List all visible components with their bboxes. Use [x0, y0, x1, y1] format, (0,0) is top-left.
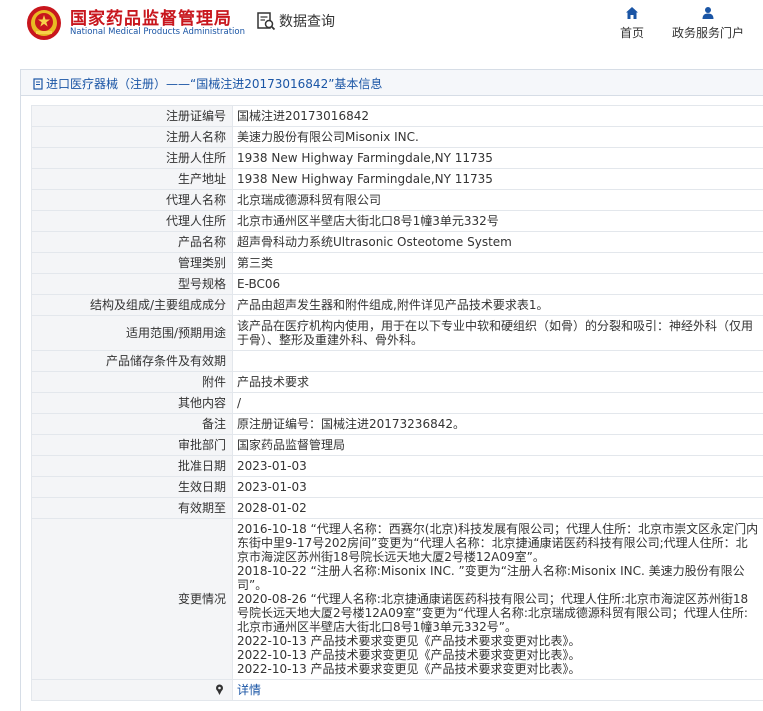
field-label: 注册人住所: [32, 148, 233, 169]
table-row: 详情: [32, 680, 763, 701]
structure-composition: 产品由超声发生器和附件组成,附件详见产品技术要求表1。: [233, 295, 763, 316]
field-label: 管理类别: [32, 253, 233, 274]
change-entry: 2022-10-13 产品技术要求变更见《产品技术要求变更对比表》。: [237, 634, 759, 648]
table-row: 批准日期2023-01-03: [32, 456, 763, 477]
change-entry: 2020-08-26 “代理人名称:北京捷通康诺医药科技有限公司；代理人住所:北…: [237, 592, 759, 634]
field-label: 备注: [32, 414, 233, 435]
field-label: 代理人住所: [32, 211, 233, 232]
table-row: 审批部门国家药品监督管理局: [32, 435, 763, 456]
model-spec: E-BC06: [233, 274, 763, 295]
field-label: 注册人名称: [32, 127, 233, 148]
field-label: 代理人名称: [32, 190, 233, 211]
nav-portal-label: 政务服务门户: [672, 26, 744, 40]
panel-header: 进口医疗器械（注册）——“国械注进20173016842”基本信息: [21, 70, 763, 96]
registrant-name: 美速力股份有限公司Misonix INC.: [233, 127, 763, 148]
site-header: 国家药品监督管理局 National Medical Products Admi…: [0, 0, 763, 56]
other-content: /: [233, 393, 763, 414]
document-icon: [33, 78, 44, 90]
data-query-label: 数据查询: [279, 11, 335, 31]
table-row: 生效日期2023-01-03: [32, 477, 763, 498]
agent-address: 北京市通州区半壁店大街北口8号1幢3单元332号: [233, 211, 763, 232]
nav-service-portal[interactable]: 政务服务门户: [669, 6, 747, 41]
production-address: 1938 New Highway Farmingdale,NY 11735: [233, 169, 763, 190]
details-cell: 详情: [233, 680, 763, 701]
field-label: 结构及组成/主要组成成分: [32, 295, 233, 316]
table-row: 附件产品技术要求: [32, 372, 763, 393]
field-label: 其他内容: [32, 393, 233, 414]
home-icon: [625, 6, 639, 20]
table-row: 注册人住所1938 New Highway Farmingdale,NY 117…: [32, 148, 763, 169]
change-history: 2016-10-18 “代理人名称：西赛尔(北京)科技发展有限公司；代理人住所：…: [233, 519, 763, 680]
panel-title-text: 进口医疗器械（注册）——“国械注进20173016842”基本信息: [46, 75, 382, 92]
details-link[interactable]: 详情: [237, 683, 261, 697]
change-entry: 2022-10-13 产品技术要求变更见《产品技术要求变更对比表》。: [237, 662, 759, 676]
agent-name: 北京瑞成德源科贸有限公司: [233, 190, 763, 211]
table-row: 变更情况 2016-10-18 “代理人名称：西赛尔(北京)科技发展有限公司；代…: [32, 519, 763, 680]
table-row: 产品储存条件及有效期: [32, 351, 763, 372]
table-row: 结构及组成/主要组成成分产品由超声发生器和附件组成,附件详见产品技术要求表1。: [32, 295, 763, 316]
details-label: [32, 680, 233, 701]
detail-panel: 进口医疗器械（注册）——“国械注进20173016842”基本信息 注册证编号国…: [20, 69, 763, 711]
field-label: 型号规格: [32, 274, 233, 295]
user-icon: [701, 6, 715, 20]
expiry-date: 2028-01-02: [233, 498, 763, 519]
registrant-address: 1938 New Highway Farmingdale,NY 11735: [233, 148, 763, 169]
remarks: 原注册证编号：国械注进20173236842。: [233, 414, 763, 435]
field-label: 产品储存条件及有效期: [32, 351, 233, 372]
data-query-link[interactable]: 数据查询: [256, 10, 335, 32]
nav-home[interactable]: 首页: [615, 6, 649, 41]
nav-home-label: 首页: [620, 26, 644, 40]
change-entry: 2022-10-13 产品技术要求变更见《产品技术要求变更对比表》。: [237, 648, 759, 662]
pin-icon: [215, 684, 224, 695]
table-row: 生产地址1938 New Highway Farmingdale,NY 1173…: [32, 169, 763, 190]
change-entry: 2016-10-18 “代理人名称：西赛尔(北京)科技发展有限公司；代理人住所：…: [237, 522, 759, 564]
approval-date: 2023-01-03: [233, 456, 763, 477]
field-label: 批准日期: [32, 456, 233, 477]
field-label: 注册证编号: [32, 106, 233, 127]
national-emblem-icon[interactable]: [26, 5, 62, 41]
registration-number: 国械注进20173016842: [233, 106, 763, 127]
field-label: 生产地址: [32, 169, 233, 190]
change-entry: 2018-10-22 “注册人名称:Misonix INC. ”变更为“注册人名…: [237, 564, 759, 592]
table-row: 其他内容/: [32, 393, 763, 414]
intended-use: 该产品在医疗机构内使用，用于在以下专业中软和硬组织（如骨）的分裂和吸引：神经外科…: [233, 316, 763, 351]
field-label: 审批部门: [32, 435, 233, 456]
table-row: 适用范围/预期用途该产品在医疗机构内使用，用于在以下专业中软和硬组织（如骨）的分…: [32, 316, 763, 351]
table-row: 备注原注册证编号：国械注进20173236842。: [32, 414, 763, 435]
table-row: 代理人名称北京瑞成德源科贸有限公司: [32, 190, 763, 211]
site-title[interactable]: 国家药品监督管理局: [70, 4, 232, 29]
attachment: 产品技术要求: [233, 372, 763, 393]
table-row: 型号规格E-BC06: [32, 274, 763, 295]
table-row: 有效期至2028-01-02: [32, 498, 763, 519]
field-label: 适用范围/预期用途: [32, 316, 233, 351]
registration-info-table: 注册证编号国械注进20173016842 注册人名称美速力股份有限公司Mison…: [31, 105, 763, 701]
field-label: 附件: [32, 372, 233, 393]
effective-date: 2023-01-03: [233, 477, 763, 498]
table-row: 管理类别第三类: [32, 253, 763, 274]
field-label: 生效日期: [32, 477, 233, 498]
field-label: 变更情况: [32, 519, 233, 680]
table-row: 注册人名称美速力股份有限公司Misonix INC.: [32, 127, 763, 148]
storage-validity: [233, 351, 763, 372]
site-subtitle: National Medical Products Administration: [70, 27, 245, 37]
product-name: 超声骨科动力系统Ultrasonic Osteotome System: [233, 232, 763, 253]
approval-department: 国家药品监督管理局: [233, 435, 763, 456]
table-row: 代理人住所北京市通州区半壁店大街北口8号1幢3单元332号: [32, 211, 763, 232]
field-label: 产品名称: [32, 232, 233, 253]
panel-title: 进口医疗器械（注册）——“国械注进20173016842”基本信息: [33, 75, 382, 92]
table-row: 产品名称超声骨科动力系统Ultrasonic Osteotome System: [32, 232, 763, 253]
table-row: 注册证编号国械注进20173016842: [32, 106, 763, 127]
field-label: 有效期至: [32, 498, 233, 519]
search-document-icon: [256, 11, 276, 31]
management-category: 第三类: [233, 253, 763, 274]
